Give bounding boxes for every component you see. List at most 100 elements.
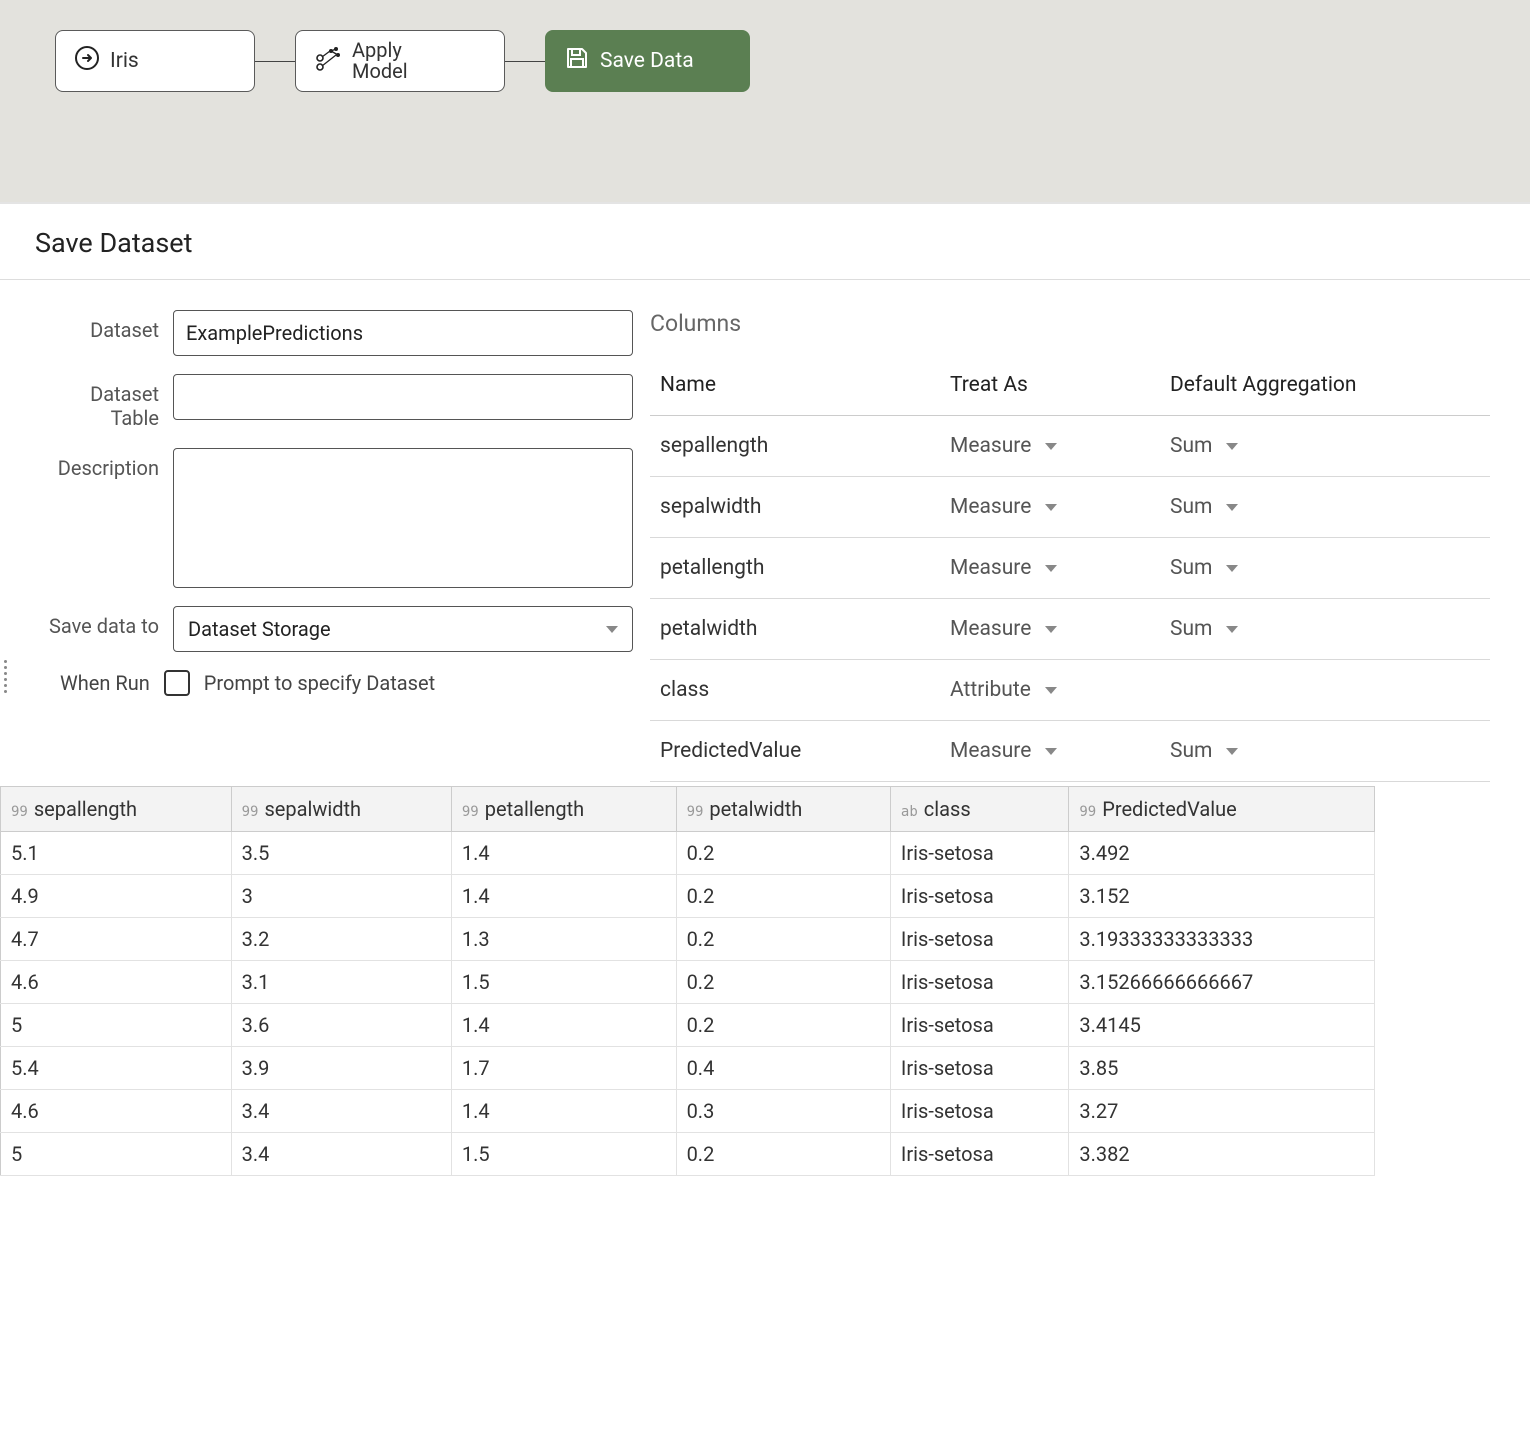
table-cell: 3.6 bbox=[231, 1004, 451, 1047]
apply-model-icon bbox=[314, 45, 342, 77]
col-header-name: Name bbox=[660, 373, 950, 397]
column-definition-row: sepallengthMeasureSum bbox=[650, 416, 1490, 477]
table-row[interactable]: 53.41.50.2Iris-setosa3.382 bbox=[1, 1133, 1375, 1176]
table-cell: Iris-setosa bbox=[890, 1047, 1068, 1090]
table-cell: 3.382 bbox=[1069, 1133, 1375, 1176]
column-name: petalwidth bbox=[660, 617, 950, 641]
table-cell: Iris-setosa bbox=[890, 961, 1068, 1004]
chevron-down-icon bbox=[1226, 626, 1238, 633]
chevron-down-icon bbox=[1045, 565, 1057, 572]
col-header-agg: Default Aggregation bbox=[1170, 373, 1410, 397]
prompt-dataset-checkbox[interactable] bbox=[164, 670, 190, 696]
table-cell: 4.6 bbox=[1, 961, 232, 1004]
column-definition-row: petallengthMeasureSum bbox=[650, 538, 1490, 599]
table-cell: Iris-setosa bbox=[890, 1004, 1068, 1047]
column-name: sepallength bbox=[660, 434, 950, 458]
table-row[interactable]: 4.63.41.40.3Iris-setosa3.27 bbox=[1, 1090, 1375, 1133]
column-header-label: petalwidth bbox=[709, 797, 802, 821]
treat-as-dropdown[interactable]: Measure bbox=[950, 434, 1170, 458]
column-header-label: sepallength bbox=[34, 797, 137, 821]
table-row[interactable]: 4.63.11.50.2Iris-setosa3.15266666666667 bbox=[1, 961, 1375, 1004]
column-definition-row: sepalwidthMeasureSum bbox=[650, 477, 1490, 538]
table-cell: Iris-setosa bbox=[890, 1090, 1068, 1133]
table-cell: 1.3 bbox=[451, 918, 676, 961]
table-cell: 3.85 bbox=[1069, 1047, 1375, 1090]
numeric-type-icon: 99 bbox=[11, 804, 28, 820]
table-cell: 1.5 bbox=[451, 961, 676, 1004]
column-header-label: sepalwidth bbox=[264, 797, 361, 821]
table-cell: 0.3 bbox=[676, 1090, 890, 1133]
table-row[interactable]: 5.43.91.70.4Iris-setosa3.85 bbox=[1, 1047, 1375, 1090]
table-cell: 5 bbox=[1, 1133, 232, 1176]
table-cell: 3.4 bbox=[231, 1090, 451, 1133]
treat-as-dropdown[interactable]: Measure bbox=[950, 556, 1170, 580]
table-cell: 3.4145 bbox=[1069, 1004, 1375, 1047]
node-iris[interactable]: Iris bbox=[55, 30, 255, 92]
treat-as-dropdown[interactable]: Measure bbox=[950, 739, 1170, 763]
table-column-header[interactable]: 99 sepallength bbox=[1, 787, 232, 832]
table-cell: 3.492 bbox=[1069, 832, 1375, 875]
dataset-label: Dataset bbox=[18, 310, 173, 342]
table-column-header[interactable]: 99 petalwidth bbox=[676, 787, 890, 832]
node-label-line1: Apply bbox=[352, 40, 408, 61]
dataset-table-input[interactable] bbox=[173, 374, 633, 420]
numeric-type-icon: 99 bbox=[687, 804, 704, 820]
numeric-type-icon: 99 bbox=[1079, 804, 1096, 820]
table-row[interactable]: 5.13.51.40.2Iris-setosa3.492 bbox=[1, 832, 1375, 875]
table-column-header[interactable]: 99 PredictedValue bbox=[1069, 787, 1375, 832]
node-apply-model[interactable]: Apply Model bbox=[295, 30, 505, 92]
table-cell: 3.1 bbox=[231, 961, 451, 1004]
table-row[interactable]: 53.61.40.2Iris-setosa3.4145 bbox=[1, 1004, 1375, 1047]
description-textarea[interactable] bbox=[173, 448, 633, 588]
aggregation-dropdown[interactable]: Sum bbox=[1170, 556, 1410, 580]
numeric-type-icon: 99 bbox=[242, 804, 259, 820]
config-area: Dataset Dataset Table Description Save d… bbox=[0, 280, 1530, 782]
table-column-header[interactable]: abclass bbox=[890, 787, 1068, 832]
save-icon bbox=[564, 45, 590, 77]
table-cell: 4.9 bbox=[1, 875, 232, 918]
table-cell: 3.152 bbox=[1069, 875, 1375, 918]
dataset-table-label: Dataset Table bbox=[18, 374, 173, 430]
treat-as-dropdown[interactable]: Attribute bbox=[950, 678, 1170, 702]
aggregation-dropdown[interactable]: Sum bbox=[1170, 739, 1410, 763]
node-save-data[interactable]: Save Data bbox=[545, 30, 750, 92]
save-data-to-label: Save data to bbox=[18, 606, 173, 638]
table-cell: 1.4 bbox=[451, 1004, 676, 1047]
aggregation-dropdown[interactable]: Sum bbox=[1170, 434, 1410, 458]
chevron-down-icon bbox=[1045, 687, 1057, 694]
column-header-label: PredictedValue bbox=[1102, 797, 1237, 821]
table-cell: 3.5 bbox=[231, 832, 451, 875]
table-cell: 1.5 bbox=[451, 1133, 676, 1176]
column-definition-row: petalwidthMeasureSum bbox=[650, 599, 1490, 660]
chevron-down-icon bbox=[1045, 626, 1057, 633]
column-name: sepalwidth bbox=[660, 495, 950, 519]
chevron-down-icon bbox=[1045, 504, 1057, 511]
description-label: Description bbox=[18, 448, 173, 480]
node-label: Save Data bbox=[600, 49, 694, 73]
connector bbox=[255, 61, 295, 62]
save-data-to-select[interactable]: Dataset Storage bbox=[173, 606, 633, 652]
table-cell: 1.4 bbox=[451, 832, 676, 875]
table-column-header[interactable]: 99petallength bbox=[451, 787, 676, 832]
form-column: Dataset Dataset Table Description Save d… bbox=[0, 310, 650, 782]
table-cell: 5.4 bbox=[1, 1047, 232, 1090]
table-cell: 0.2 bbox=[676, 961, 890, 1004]
dataset-name-input[interactable] bbox=[173, 310, 633, 356]
table-row[interactable]: 4.73.21.30.2Iris-setosa3.19333333333333 bbox=[1, 918, 1375, 961]
workflow-canvas: Iris Apply Model Save Data bbox=[0, 0, 1530, 204]
connector bbox=[505, 61, 545, 62]
aggregation-dropdown[interactable]: Sum bbox=[1170, 617, 1410, 641]
table-cell: Iris-setosa bbox=[890, 918, 1068, 961]
aggregation-dropdown[interactable]: Sum bbox=[1170, 495, 1410, 519]
chevron-down-icon bbox=[1226, 748, 1238, 755]
text-type-icon: ab bbox=[901, 804, 918, 820]
resize-handle-icon[interactable] bbox=[4, 660, 7, 693]
treat-as-dropdown[interactable]: Measure bbox=[950, 495, 1170, 519]
table-cell: 0.2 bbox=[676, 832, 890, 875]
chevron-down-icon bbox=[1045, 748, 1057, 755]
table-cell: 0.2 bbox=[676, 875, 890, 918]
treat-as-dropdown[interactable]: Measure bbox=[950, 617, 1170, 641]
chevron-down-icon bbox=[1226, 565, 1238, 572]
table-row[interactable]: 4.931.40.2Iris-setosa3.152 bbox=[1, 875, 1375, 918]
table-column-header[interactable]: 99 sepalwidth bbox=[231, 787, 451, 832]
